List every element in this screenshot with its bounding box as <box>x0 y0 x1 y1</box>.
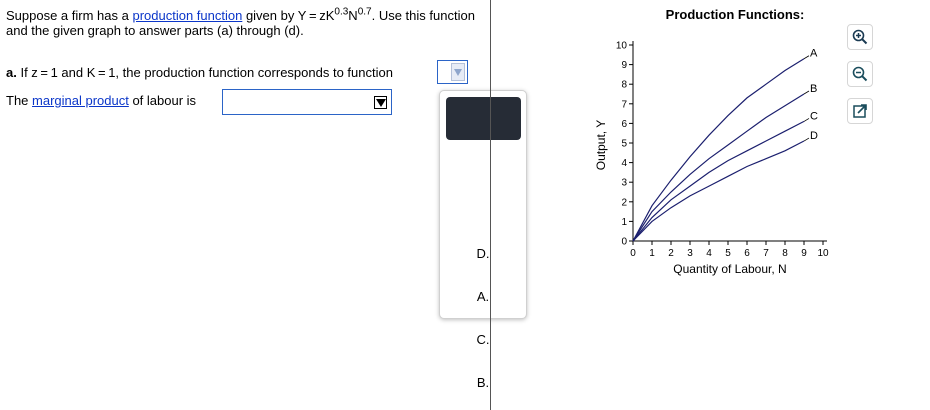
y-tick-label: 0 <box>621 237 627 248</box>
chart-title: Production Functions: <box>666 7 805 22</box>
x-axis-label: Quantity of Labour, N <box>673 262 786 276</box>
x-tick-label: 5 <box>725 248 731 259</box>
exponent-k: 0.3 <box>334 6 349 18</box>
exponent-n: 0.7 <box>357 6 372 18</box>
formula-n: N <box>348 8 358 23</box>
y-axis-label: Output, Y <box>594 120 608 170</box>
y-tick-label: 1 <box>621 217 627 228</box>
x-tick-label: 7 <box>763 248 769 259</box>
y-tick-label: 4 <box>621 158 627 169</box>
mp-text-before: The <box>6 93 33 108</box>
x-tick-label: 3 <box>687 248 693 259</box>
y-tick-label: 10 <box>616 41 628 52</box>
dropdown-option-d[interactable]: D. <box>440 246 526 261</box>
chevron-down-icon <box>451 63 465 81</box>
part-a-label: a. <box>6 65 17 80</box>
curve-label-leader <box>803 55 810 60</box>
curve-label-d: D <box>810 130 818 142</box>
chart-curves: A B CD <box>632 48 818 242</box>
part-a-text: If z = 1 and K = 1, the production funct… <box>16 65 393 80</box>
x-tick-label: 2 <box>668 248 674 259</box>
zoom-out-icon <box>852 66 868 82</box>
x-tick-label: 1 <box>649 248 655 259</box>
function-options-dropdown: D. A. C. B. <box>439 90 527 390</box>
curve-label-leader <box>803 90 810 95</box>
question-intro: Suppose a firm has a <box>6 8 133 23</box>
popout-button[interactable] <box>847 98 873 124</box>
y-tick-label: 6 <box>621 119 627 130</box>
curve-b <box>632 93 805 242</box>
curve-label-leader <box>803 118 810 122</box>
part-a-question: a. If z = 1 and K = 1, the production fu… <box>6 65 393 80</box>
mp-text-after: of labour is <box>128 93 197 108</box>
marginal-product-row: The marginal product of labour is <box>6 93 196 108</box>
dropdown-option-c[interactable]: C. <box>440 332 526 347</box>
x-tick-label: 6 <box>744 248 750 259</box>
y-tick-label: 2 <box>621 197 627 208</box>
function-select[interactable] <box>437 60 468 84</box>
curve-label-c: C <box>810 110 818 122</box>
formula-text: given by Y = zK <box>242 8 335 23</box>
dropdown-selected-option[interactable] <box>446 97 521 140</box>
popout-icon <box>853 104 867 118</box>
production-functions-chart: Production Functions: Output, Y Quantity… <box>594 7 829 276</box>
y-tick-label: 5 <box>621 139 627 150</box>
curve-a <box>632 58 805 242</box>
curve-label-a: A <box>810 48 818 60</box>
x-tick-label: 8 <box>782 248 788 259</box>
curve-label-b: B <box>810 83 817 95</box>
question-text: Suppose a firm has a production function… <box>6 6 486 38</box>
x-tick-label: 9 <box>801 248 807 259</box>
x-tick-label: 4 <box>706 248 712 259</box>
y-tick-label: 8 <box>621 80 627 91</box>
y-tick-label: 9 <box>621 60 627 71</box>
marginal-product-link[interactable]: marginal product <box>32 93 129 108</box>
dropdown-option-b[interactable]: B. <box>440 375 526 390</box>
zoom-in-icon <box>852 29 868 45</box>
chevron-down-icon <box>374 96 387 109</box>
production-function-link[interactable]: production function <box>132 8 242 23</box>
y-tick-label: 7 <box>621 99 627 110</box>
x-tick-label: 0 <box>630 248 636 259</box>
dropdown-option-a[interactable]: A. <box>440 289 526 304</box>
panel-divider <box>490 0 491 410</box>
x-tick-label: 10 <box>817 248 829 259</box>
curve-d <box>632 140 805 242</box>
zoom-in-button[interactable] <box>847 24 873 50</box>
y-tick-label: 3 <box>621 178 627 189</box>
zoom-out-button[interactable] <box>847 61 873 87</box>
curve-label-leader <box>803 137 810 142</box>
marginal-product-select[interactable] <box>222 89 392 115</box>
question-panel: Suppose a firm has a production function… <box>0 0 490 410</box>
